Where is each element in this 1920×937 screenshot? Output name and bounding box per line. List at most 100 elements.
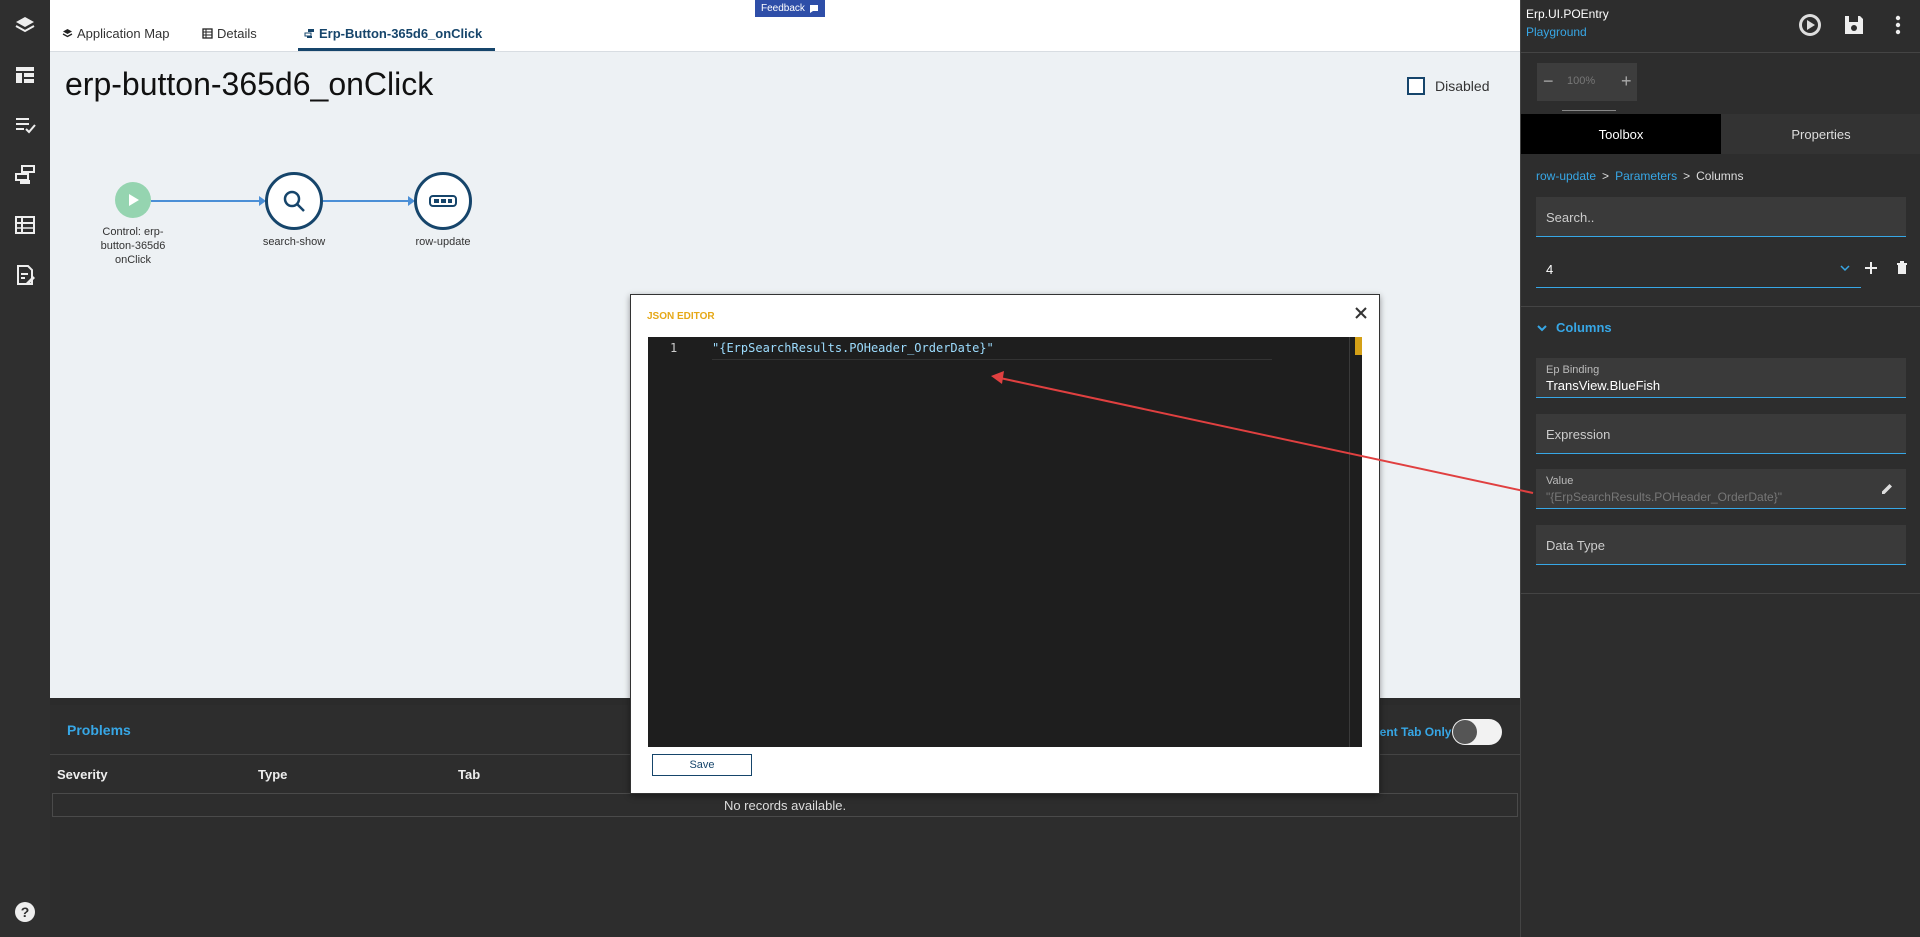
breadcrumb: row-update > Parameters > Columns [1536, 169, 1743, 183]
search-icon [283, 190, 305, 212]
disabled-checkbox[interactable] [1407, 77, 1425, 95]
more-menu-icon[interactable] [1885, 12, 1911, 38]
breadcrumb-separator: > [1602, 169, 1610, 183]
expression-label: Expression [1546, 427, 1611, 442]
flow-node-start[interactable] [115, 182, 151, 218]
run-icon[interactable] [1797, 12, 1823, 38]
search-placeholder: Search.. [1546, 210, 1595, 225]
value-field[interactable]: Value "{ErpSearchResults.POHeader_OrderD… [1536, 469, 1906, 509]
zoom-in-icon[interactable]: + [1621, 71, 1632, 92]
svg-text:?: ? [21, 904, 30, 920]
feedback-button[interactable]: Feedback [755, 0, 825, 17]
expression-field[interactable]: Expression [1536, 414, 1906, 454]
disabled-label: Disabled [1435, 78, 1490, 94]
zoom-underline [1562, 110, 1616, 111]
zoom-level: 100% [1567, 75, 1596, 87]
panel-tabs: Toolbox Properties [1521, 114, 1920, 154]
flow-node-label: search-show [262, 236, 326, 248]
flow-connector [151, 196, 266, 206]
toggle-knob [1453, 720, 1477, 744]
column-header-severity[interactable]: Severity [57, 767, 108, 782]
columns-section-header[interactable]: Columns [1536, 320, 1612, 335]
divider [1521, 593, 1920, 594]
ep-binding-field[interactable]: Ep Binding TransView.BlueFish [1536, 358, 1906, 398]
breadcrumb-row-update[interactable]: row-update [1536, 169, 1596, 183]
save-icon[interactable] [1841, 12, 1867, 38]
tab-label: Erp-Button-365d6_onClick [319, 26, 483, 41]
flow-node-label: Control: erp-button-365d6 onClick [100, 226, 166, 266]
layers-icon [62, 29, 73, 38]
close-icon[interactable] [1353, 305, 1369, 321]
data-type-field[interactable]: Data Type [1536, 525, 1906, 565]
flag-icon [809, 4, 818, 13]
current-tab-only-toggle[interactable] [1452, 719, 1502, 745]
current-line-highlight [712, 359, 1272, 360]
page-title: erp-button-365d6_onClick [65, 66, 434, 102]
active-tab-indicator [298, 48, 495, 51]
tab-erp-button-onclick[interactable]: Erp-Button-365d6_onClick [304, 26, 482, 41]
delete-icon[interactable] [1892, 258, 1912, 278]
edit-document-icon[interactable] [12, 262, 38, 288]
breadcrumb-columns: Columns [1696, 169, 1744, 183]
ep-binding-label: Ep Binding [1546, 364, 1600, 376]
flow-node-search-show[interactable] [265, 172, 323, 230]
app-name: Erp.UI.POEntry [1526, 7, 1609, 21]
left-icon-rail: ? [0, 0, 50, 937]
tab-properties[interactable]: Properties [1721, 114, 1920, 154]
tab-application-map[interactable]: Application Map [62, 26, 170, 41]
breadcrumb-separator: > [1683, 169, 1691, 183]
data-flow-icon[interactable] [12, 162, 38, 188]
empty-records-row: No records available. [52, 793, 1518, 817]
row-icon [429, 195, 457, 207]
flow-icon [304, 29, 314, 38]
flow-node-row-update[interactable] [414, 172, 472, 230]
json-editor-dialog: JSON EDITOR 1 "{ErpSearchResults.POHeade… [630, 294, 1380, 794]
zoom-control: − 100% + [1537, 63, 1637, 111]
breadcrumb-parameters[interactable]: Parameters [1615, 169, 1677, 183]
help-icon[interactable]: ? [12, 899, 38, 925]
zoom-out-icon[interactable]: − [1543, 71, 1554, 92]
flow-connector [323, 196, 415, 206]
tab-bar: Application Map Details Erp-Button-365d6… [50, 0, 1520, 52]
value-label: Value [1546, 475, 1574, 487]
tab-label: Application Map [77, 26, 170, 41]
chevron-down-icon [1840, 265, 1850, 272]
grid-icon [202, 28, 213, 39]
value-text: "{ErpSearchResults.POHeader_OrderDate}" [1546, 490, 1782, 504]
current-tab-only-label: rent Tab Only [1375, 725, 1452, 739]
app-environment[interactable]: Playground [1526, 25, 1587, 39]
column-header-tab[interactable]: Tab [458, 767, 480, 782]
column-select[interactable]: 4 [1536, 252, 1861, 288]
search-input[interactable]: Search.. [1536, 197, 1906, 237]
chevron-down-icon [1537, 324, 1547, 331]
edit-pencil-icon[interactable] [1880, 482, 1894, 496]
tab-label: Details [217, 26, 257, 41]
section-title: Columns [1556, 320, 1612, 335]
layers-icon[interactable] [12, 12, 38, 38]
divider [1521, 306, 1920, 307]
table-icon[interactable] [12, 212, 38, 238]
scrollbar-marker [1355, 337, 1362, 355]
column-header-type[interactable]: Type [258, 767, 287, 782]
play-icon [129, 194, 139, 206]
disabled-toggle[interactable]: Disabled [1407, 77, 1489, 95]
ep-binding-value: TransView.BlueFish [1546, 378, 1661, 393]
zoom-control-area: − 100% + [1521, 52, 1920, 114]
right-panel: Erp.UI.POEntry Playground − 100% + Toolb… [1520, 0, 1920, 937]
problems-title[interactable]: Problems [67, 722, 131, 738]
selected-value: 4 [1546, 262, 1554, 277]
flow-node-label: row-update [415, 236, 471, 248]
add-icon[interactable] [1861, 258, 1881, 278]
tab-details[interactable]: Details [202, 26, 257, 41]
feedback-label: Feedback [761, 3, 805, 14]
checklist-icon[interactable] [12, 112, 38, 138]
tab-toolbox[interactable]: Toolbox [1521, 114, 1721, 154]
code-line[interactable]: "{ErpSearchResults.POHeader_OrderDate}" [712, 341, 994, 355]
editor-scroll-track[interactable] [1349, 337, 1350, 747]
save-button[interactable]: Save [652, 754, 752, 776]
dialog-title: JSON EDITOR [647, 311, 715, 322]
code-editor[interactable]: 1 "{ErpSearchResults.POHeader_OrderDate}… [648, 337, 1362, 747]
data-type-label: Data Type [1546, 538, 1606, 553]
line-number: 1 [670, 341, 678, 355]
layout-icon[interactable] [12, 62, 38, 88]
